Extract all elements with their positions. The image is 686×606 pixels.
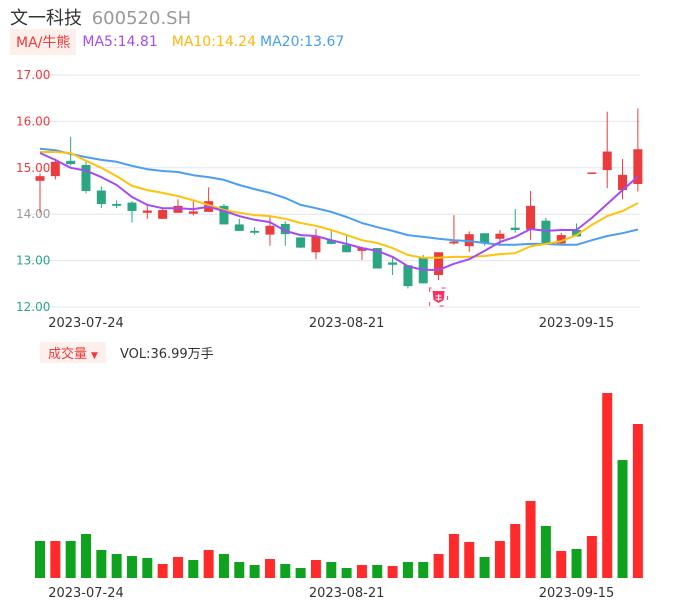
candle-up	[35, 176, 45, 181]
candle-up	[434, 252, 444, 275]
candle-up	[311, 236, 321, 253]
volume-bar	[295, 568, 306, 578]
candle-down	[541, 220, 551, 244]
volume-x-tick-label: 2023-09-15	[539, 586, 615, 601]
y-tick-label: 14.00	[16, 207, 50, 221]
candle-down	[403, 265, 413, 287]
volume-bar	[525, 500, 536, 578]
volume-bar	[111, 554, 122, 578]
x-tick-label: 2023-09-15	[539, 316, 615, 331]
volume-bar	[556, 550, 567, 578]
volume-bar	[172, 557, 183, 578]
candle-down	[81, 165, 91, 191]
volume-bar	[310, 560, 321, 578]
x-tick-label: 2023-07-24	[48, 316, 124, 331]
chart-canvas: 17.00 16.00 15.00 14.00 13.00 12.00 2023-07-24…	[16, 68, 643, 601]
ma5-line	[39, 152, 639, 271]
candle-up	[142, 210, 152, 213]
candle-up	[188, 211, 198, 214]
candle-down	[66, 160, 76, 165]
volume-bar	[494, 540, 505, 578]
candle-down	[296, 237, 306, 248]
x-tick-label: 2023-08-21	[309, 316, 385, 331]
volume-bar	[65, 540, 76, 578]
volume-bar	[632, 424, 643, 578]
stock-chart-panel: 文一科技 600520.SH MA/牛熊 MA5:14.81 MA10:14.2…	[0, 0, 686, 606]
y-tick-label: 13.00	[16, 254, 50, 268]
volume-bar	[402, 562, 413, 578]
candle-down	[342, 244, 352, 253]
candle-down	[96, 190, 106, 204]
y-tick-label: 15.00	[16, 161, 50, 175]
volume-bar	[234, 562, 245, 578]
candle-down	[234, 224, 244, 231]
volume-bar	[142, 558, 153, 578]
volume-x-tick-label: 2023-08-21	[309, 586, 385, 601]
candle-up	[587, 172, 597, 174]
volume-bar	[372, 565, 383, 578]
volume-bar	[418, 562, 429, 578]
candle-up	[526, 205, 536, 230]
candle-down	[510, 227, 520, 230]
volume-bar	[126, 556, 137, 578]
volume-bar	[264, 559, 275, 578]
candle-up	[50, 161, 60, 177]
volume-bar	[356, 565, 367, 578]
volume-bar	[540, 526, 551, 578]
candle-up	[602, 151, 612, 171]
volume-bar	[387, 566, 398, 578]
volume-bar	[510, 524, 521, 578]
bull-icon	[429, 287, 449, 307]
volume-bar	[464, 541, 475, 578]
candle-down	[250, 230, 260, 233]
volume-bar	[203, 549, 214, 578]
candle-up	[449, 241, 459, 244]
volume-bar	[280, 564, 291, 578]
volume-bar	[479, 557, 490, 578]
volume-bar	[96, 549, 107, 578]
volume-bar	[586, 535, 597, 578]
volume-bar	[249, 565, 260, 578]
volume-bar	[188, 560, 199, 578]
volume-bar	[341, 568, 352, 578]
volume-bar	[448, 533, 459, 578]
candle-down	[388, 262, 398, 265]
candle-down	[112, 203, 122, 206]
y-tick-label: 12.00	[16, 300, 50, 314]
volume-x-tick-label: 2023-07-24	[48, 586, 124, 601]
candle-down	[127, 202, 137, 211]
volume-bar	[218, 554, 229, 578]
volume-bar	[571, 548, 582, 578]
y-tick-label: 16.00	[16, 114, 50, 128]
volume-bar	[602, 393, 613, 578]
candle-up	[265, 225, 275, 235]
volume-bar	[35, 540, 45, 578]
volume-bar	[617, 460, 628, 578]
volume-bar	[50, 540, 61, 578]
volume-bar	[433, 554, 444, 578]
candle-up	[495, 233, 505, 239]
volume-bar	[157, 564, 168, 578]
y-tick-label: 17.00	[16, 68, 50, 82]
candle-up	[158, 210, 168, 219]
volume-bar	[80, 533, 91, 578]
volume-bar	[326, 562, 337, 578]
